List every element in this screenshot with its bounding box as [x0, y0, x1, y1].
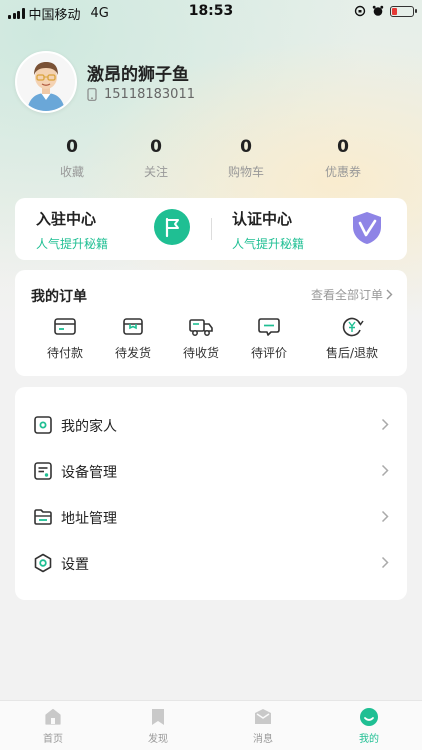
menu-label: 设备管理	[61, 465, 117, 481]
phone-number: 15118183011	[104, 87, 195, 102]
tab-label: 我的	[359, 734, 379, 745]
stats-row: 0 收藏 0 关注 0 购物车 0 优惠券	[0, 137, 422, 183]
divider	[211, 218, 212, 240]
menu-label: 设置	[61, 557, 89, 573]
stat-label: 购物车	[227, 165, 264, 179]
avatar-illustration-icon	[17, 53, 75, 111]
status-bar: 中国移动 4G 18:53	[0, 0, 422, 24]
stat-value: 0	[337, 137, 349, 157]
chevron-right-icon	[381, 418, 389, 431]
tab-label: 首页	[43, 734, 63, 745]
bookmark-icon	[152, 709, 164, 725]
tab-home[interactable]: 首页	[23, 707, 83, 745]
order-pending-shipment[interactable]: 待发货	[95, 316, 171, 361]
status-right	[354, 5, 417, 17]
menu-item-address[interactable]: 地址管理	[15, 494, 407, 540]
rotation-lock-icon	[354, 5, 366, 17]
order-after-sales[interactable]: 售后/退款	[308, 316, 396, 361]
orders-title: 我的订单	[31, 289, 87, 305]
menu-label: 我的家人	[61, 419, 117, 435]
card-icon	[54, 318, 76, 335]
menu-label: 地址管理	[61, 511, 117, 527]
home-icon	[45, 708, 61, 725]
device-icon	[34, 462, 52, 480]
avatar[interactable]	[15, 51, 77, 113]
stat-label: 关注	[143, 165, 168, 179]
stat-label: 优惠券	[324, 165, 361, 179]
battery-icon	[390, 5, 417, 17]
folder-icon	[34, 509, 52, 525]
chevron-right-icon	[381, 464, 389, 477]
view-all-orders-label: 查看全部订单	[310, 288, 383, 302]
chevron-right-icon	[386, 289, 393, 300]
stat-value: 0	[150, 137, 162, 157]
box-icon	[123, 318, 143, 335]
tab-label: 发现	[148, 734, 168, 745]
menu-card: 我的家人 设备管理 地址管理 设置	[15, 387, 407, 600]
order-label: 售后/退款	[325, 346, 379, 360]
order-pending-receipt[interactable]: 待收货	[163, 316, 239, 361]
username: 激昂的狮子鱼	[87, 65, 189, 85]
menu-item-settings[interactable]: 设置	[15, 540, 407, 586]
alarm-icon	[372, 5, 384, 16]
stat-label: 收藏	[59, 165, 84, 179]
stat-cart[interactable]: 0 购物车	[206, 137, 286, 180]
family-icon	[34, 416, 52, 434]
order-pending-review[interactable]: 待评价	[231, 316, 307, 361]
stat-value: 0	[66, 137, 78, 157]
tab-bar: 首页 发现 消息 我的	[0, 700, 422, 750]
stat-value: 0	[240, 137, 252, 157]
orders-card: 我的订单 查看全部订单 待付款 待发货 待收货 待评价 售后/退款	[15, 270, 407, 376]
center-card: 入驻中心 人气提升秘籍 认证中心 人气提升秘籍	[15, 198, 407, 260]
phone-icon	[87, 88, 97, 101]
settings-icon	[34, 553, 52, 573]
stat-favorites[interactable]: 0 收藏	[32, 137, 112, 180]
tab-label: 消息	[253, 734, 273, 745]
order-label: 待发货	[114, 346, 151, 360]
menu-item-family[interactable]: 我的家人	[15, 402, 407, 448]
stat-coupons[interactable]: 0 优惠券	[303, 137, 383, 180]
menu-item-devices[interactable]: 设备管理	[15, 448, 407, 494]
profile-icon	[360, 708, 378, 726]
chevron-right-icon	[381, 510, 389, 523]
chevron-right-icon	[381, 556, 389, 569]
comment-icon	[258, 318, 280, 336]
tab-messages[interactable]: 消息	[233, 707, 293, 745]
order-label: 待评价	[250, 346, 287, 360]
order-label: 待付款	[46, 346, 83, 360]
shield-icon	[353, 212, 381, 244]
message-icon	[255, 709, 271, 724]
tab-profile[interactable]: 我的	[339, 707, 399, 745]
flag-icon	[154, 209, 190, 245]
refund-icon	[342, 317, 364, 337]
stat-following[interactable]: 0 关注	[116, 137, 196, 180]
tab-discover[interactable]: 发现	[128, 707, 188, 745]
truck-icon	[189, 319, 213, 336]
view-all-orders-link[interactable]: 查看全部订单	[311, 286, 393, 303]
phone-row: 15118183011	[87, 87, 195, 102]
order-pending-payment[interactable]: 待付款	[27, 316, 103, 361]
order-label: 待收货	[182, 346, 219, 360]
